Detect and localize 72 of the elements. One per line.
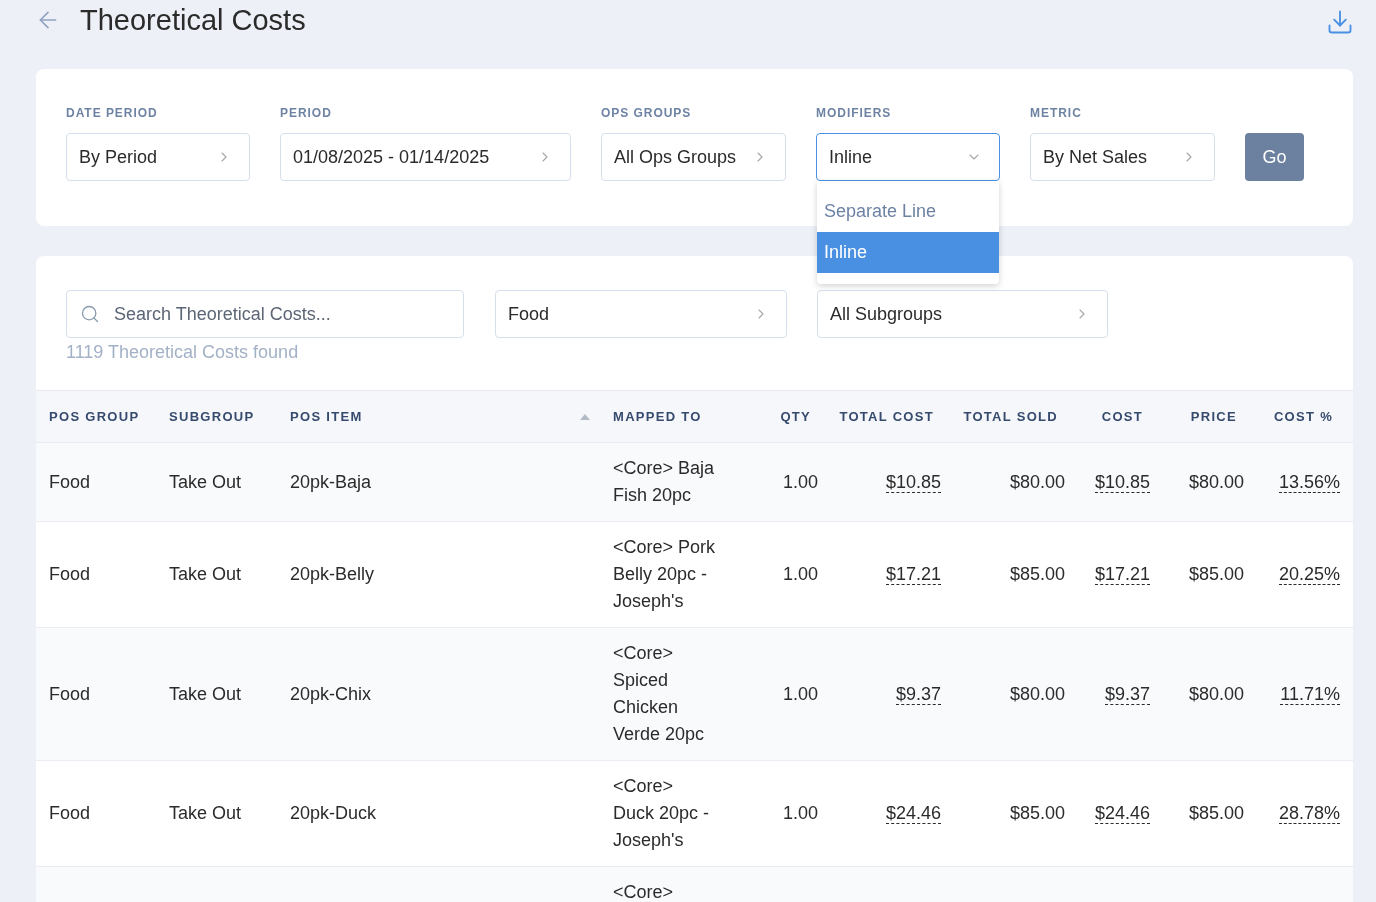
search-field[interactable]: Search Theoretical Costs... [66,290,464,338]
select-field[interactable]: By Net Sales [1030,133,1215,181]
column-header[interactable]: MAPPED TO [600,390,770,443]
select-field[interactable]: Food [495,290,787,338]
table-cell: $10.85 [1094,471,1150,493]
table-cell: $17.21 [1094,564,1150,585]
table-cell: 1.00 [782,564,818,584]
table-cell: $80.00 [1009,471,1065,492]
table-cell: 1.00 [782,683,818,704]
table-cell: 11.71% [1280,683,1340,705]
column-header[interactable]: POS GROUP [36,390,156,443]
table-cell: <Core> [613,882,674,902]
dropdown-option[interactable]: Separate Line [817,191,999,232]
table-cell: $17.21 [885,564,941,585]
field-label: METRIC [1030,106,1083,120]
table-cell: <Core> Baja Fish 20pc [613,458,715,505]
page-title: Theoretical Costs [80,3,306,38]
table-cell: <Core> Duck 20pc - Joseph's [613,776,710,850]
table-cell: $85.00 [1009,803,1065,823]
column-header[interactable]: PRICE [1163,390,1257,443]
table-cell: Take Out [169,564,242,584]
table-cell: $85.00 [1188,564,1244,584]
column-header[interactable]: TOTAL SOLD [954,390,1078,443]
table-cell: 28.78% [1278,803,1340,824]
select-field[interactable]: By Period [66,133,250,181]
table-cell: Take Out [169,803,242,823]
table-cell: Take Out [169,683,242,704]
table-cell: $10.85 [885,471,941,493]
field-label: PERIOD [280,106,333,120]
column-header[interactable]: POS ITEM [277,390,600,443]
field-label: DATE PERIOD [66,106,159,120]
select-field[interactable]: All Subgroups [817,290,1108,338]
table-cell: <Core> Spiced Chicken Verde 20pc [613,643,705,744]
select-field[interactable]: All Ops Groups [601,133,786,181]
go-button[interactable]: Go [1245,133,1304,181]
column-header[interactable]: QTY [770,390,831,443]
field-label: MODIFIERS [816,106,893,120]
table-cell: $24.46 [1094,803,1150,824]
column-label: POS ITEM [290,407,363,426]
column-header[interactable]: TOTAL COST [831,390,954,443]
table-cell: $80.00 [1188,683,1244,704]
table-cell: 1.00 [782,803,818,823]
table-cell: Food [49,803,91,823]
select-field[interactable]: Inline [816,133,1000,181]
table-cell: <Core> Pork Belly 20pc - Joseph's [613,537,716,611]
table-cell: 20pk-Belly [290,564,375,584]
table-cell: $9.37 [1104,683,1150,705]
table-cell: $85.00 [1188,803,1244,823]
table-cell: 1.00 [782,471,818,492]
table-cell: $85.00 [1009,564,1065,584]
table-cell: Food [49,471,91,492]
column-header[interactable]: SUBGROUP [156,390,277,443]
table-cell: $24.46 [885,803,941,824]
field-label: OPS GROUPS [601,106,693,120]
table-cell: 13.56% [1278,471,1340,493]
table-cell: $80.00 [1009,683,1065,704]
table-cell: 20pk-Chix [290,683,372,704]
table-cell: Food [49,564,91,584]
column-header[interactable]: COST [1078,390,1163,443]
column-header[interactable]: COST % [1257,390,1353,443]
table-cell: $9.37 [895,683,941,705]
sort-ascending-icon [580,413,590,420]
table-cell: 20pk-Duck [290,803,377,823]
table-cell: 20pk-Baja [290,471,372,492]
download-icon[interactable] [1326,8,1354,36]
select-field[interactable]: 01/08/2025 - 01/14/2025 [280,133,571,181]
search-icon [80,304,100,324]
table-cell: Take Out [169,471,242,492]
table-cell: $80.00 [1188,471,1244,492]
table-cell: 20.25% [1278,564,1340,585]
results-count: 1119 Theoretical Costs found [66,341,300,364]
table-cell: Food [49,683,91,704]
